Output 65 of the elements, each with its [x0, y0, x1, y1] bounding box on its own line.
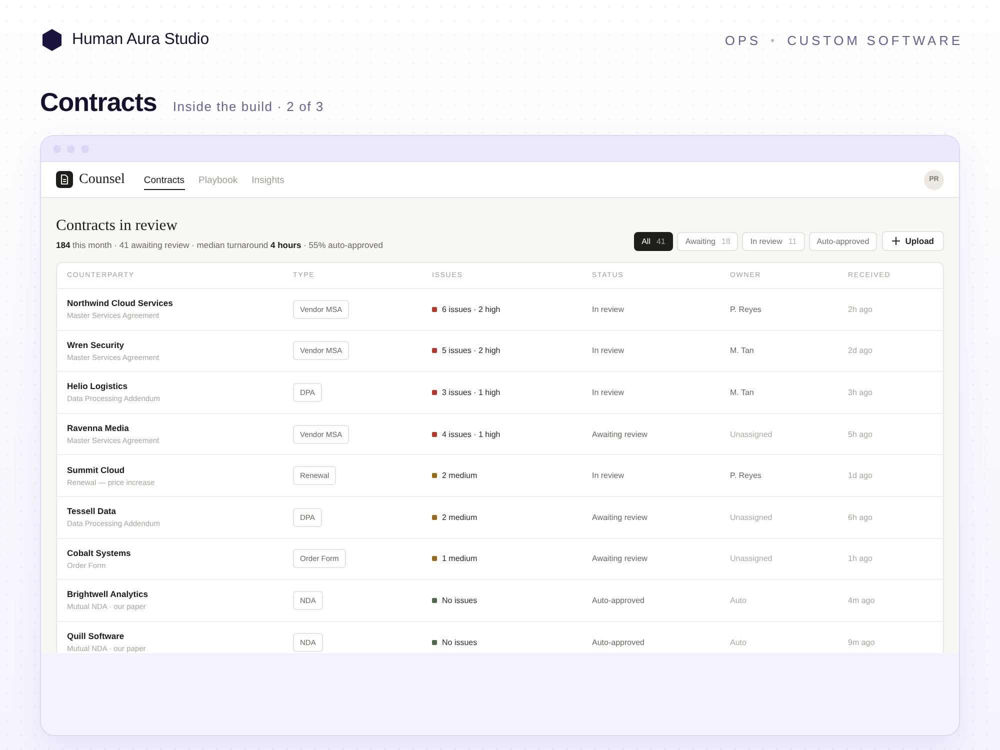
header-tag: CUSTOM SOFTWARE [787, 32, 963, 48]
header-tag: OPS [724, 32, 761, 48]
owner-name: M. Tan [730, 346, 754, 356]
issue-summary: 6 issues · 2 high [442, 304, 500, 314]
issue-summary: 2 medium [442, 512, 478, 522]
document-logo-icon [56, 171, 73, 188]
counterparty-name: Brightwell Analytics [67, 589, 148, 600]
received-time: 5h ago [848, 430, 872, 439]
section-heading: Contracts in review [56, 216, 178, 235]
status-text: In review [592, 471, 624, 480]
status-text: Auto-approved [592, 596, 644, 605]
issue-summary: 1 medium [442, 554, 478, 564]
owner-name: P. Reyes [730, 471, 762, 480]
issue-summary: 4 issues · 1 high [442, 430, 500, 439]
received-time: 6h ago [848, 512, 872, 522]
issue-summary: No issues [442, 638, 478, 647]
studio-name: Human Aura Studio [72, 31, 210, 49]
counterparty-name: Cobalt Systems [67, 548, 131, 558]
owner-name: Auto [730, 638, 746, 647]
nav-tab[interactable]: Insights [252, 171, 284, 190]
received-time: 2d ago [848, 346, 872, 356]
owner-name: Auto [730, 596, 746, 605]
app-name: Counsel [79, 172, 125, 188]
received-time: 9m ago [848, 638, 875, 647]
separator-dot-icon [771, 38, 774, 42]
filter-chip[interactable]: Awaiting 18 [677, 232, 738, 250]
owner-name: Unassigned [730, 430, 772, 439]
counterparty-name: Quill Software [67, 631, 124, 642]
received-time: 1d ago [848, 471, 872, 480]
counterparty-name: Northwind Cloud Services [67, 298, 173, 308]
status-text: Auto-approved [592, 638, 644, 647]
issue-summary: 5 issues · 2 high [442, 346, 500, 356]
status-text: In review [592, 304, 624, 314]
counterparty-name: Helio Logistics [67, 381, 128, 392]
issue-summary: 3 issues · 1 high [442, 388, 500, 397]
received-time: 4m ago [848, 596, 875, 605]
filter-chip[interactable]: Auto-approved [808, 232, 878, 250]
page-subtitle: Inside the build · 2 of 3 [172, 99, 324, 114]
status-text: Awaiting review [592, 554, 648, 564]
issue-summary: No issues [442, 596, 478, 605]
counterparty-name: Tessell Data [67, 506, 116, 516]
owner-name: M. Tan [730, 388, 754, 397]
received-time: 2h ago [848, 304, 872, 314]
owner-name: P. Reyes [730, 304, 762, 314]
nav-tab[interactable]: Contracts [144, 171, 185, 190]
counterparty-name: Ravenna Media [67, 423, 129, 434]
status-text: In review [592, 388, 624, 397]
received-time: 1h ago [848, 554, 872, 564]
summary-text: 184 this month · 41 awaiting review · median turnaround 4 hours · 55% auto-approved [56, 240, 383, 251]
received-time: 3h ago [848, 388, 872, 397]
status-text: In review [592, 346, 624, 356]
page-title: Contracts [40, 87, 157, 117]
owner-name: Unassigned [730, 512, 772, 522]
hexagon-logo-icon [42, 29, 62, 51]
filter-chip[interactable]: All 41 [634, 232, 674, 250]
status-text: Awaiting review [592, 430, 648, 439]
status-text: Awaiting review [592, 512, 648, 522]
upload-button[interactable]: Upload [882, 231, 944, 251]
counterparty-name: Wren Security [67, 340, 124, 350]
nav-tab[interactable]: Playbook [198, 171, 238, 190]
filter-chip[interactable]: In review 11 [742, 232, 805, 250]
owner-name: Unassigned [730, 554, 772, 564]
plus-icon [892, 237, 900, 245]
counterparty-name: Summit Cloud [67, 464, 125, 475]
issue-summary: 2 medium [442, 471, 478, 480]
